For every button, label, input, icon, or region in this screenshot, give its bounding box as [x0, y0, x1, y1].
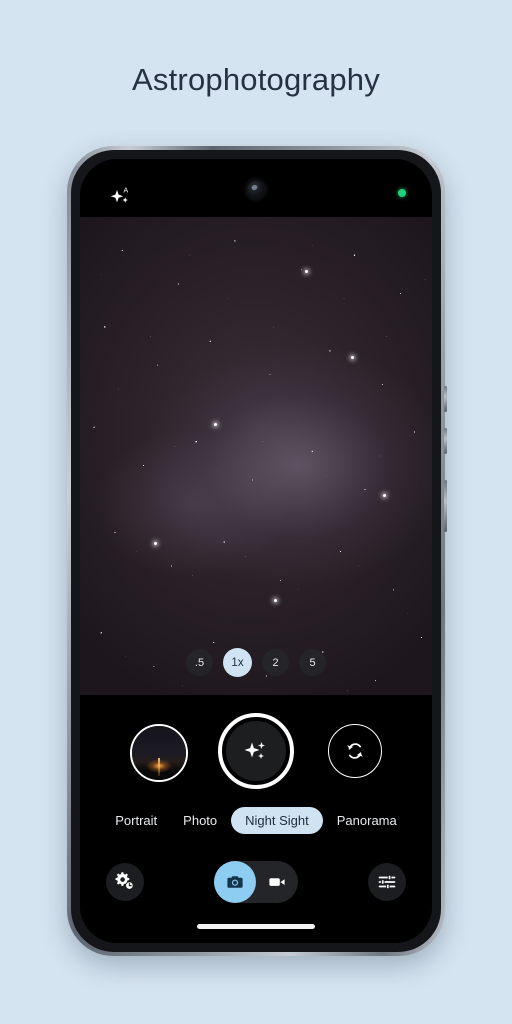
- shutter-button[interactable]: [218, 713, 294, 789]
- page-title: Astrophotography: [132, 62, 380, 97]
- tune-button[interactable]: [368, 863, 406, 901]
- sparkle-auto-badge-label: A: [124, 188, 129, 195]
- bottom-action-bar: [80, 857, 432, 907]
- punch-hole-glint: [250, 183, 259, 192]
- bright-star: [351, 355, 355, 359]
- power-button[interactable]: [444, 480, 447, 532]
- privacy-green-dot: [398, 189, 406, 197]
- camera-mode-selector: Portrait Photo Night Sight Panorama: [80, 807, 432, 834]
- zoom-chip-5x[interactable]: 5: [299, 649, 326, 676]
- gallery-thumbnail-image: [132, 726, 186, 780]
- shutter-row: [80, 713, 432, 795]
- phone-device-frame: A .5 1x 2 5 Portrait Photo Night Sight P…: [67, 146, 447, 956]
- front-camera-punch-hole: [247, 181, 265, 198]
- bright-star: [305, 269, 309, 273]
- bright-star: [382, 494, 386, 498]
- photo-video-toggle[interactable]: [214, 861, 298, 903]
- mode-panorama[interactable]: Panorama: [325, 807, 409, 834]
- switch-camera-button[interactable]: [328, 724, 382, 778]
- bright-star: [153, 542, 157, 546]
- settings-button[interactable]: [106, 863, 144, 901]
- settings-gear-timer-icon: [114, 871, 136, 893]
- mode-portrait[interactable]: Portrait: [103, 807, 169, 834]
- gallery-thumbnail-button[interactable]: [130, 724, 188, 782]
- volume-up-button[interactable]: [444, 386, 447, 412]
- shutter-button-inner: [226, 721, 286, 781]
- zoom-chip-2x[interactable]: 2: [262, 649, 289, 676]
- mode-photo[interactable]: Photo: [171, 807, 229, 834]
- phone-bezel: A .5 1x 2 5 Portrait Photo Night Sight P…: [71, 150, 441, 952]
- mode-night-sight[interactable]: Night Sight: [231, 807, 323, 834]
- starfield-layer-3: [80, 217, 432, 695]
- toggle-photo-mode[interactable]: [214, 861, 256, 903]
- camera-flip-icon: [341, 737, 369, 765]
- status-bar: A: [80, 159, 432, 217]
- zoom-control-row: .5 1x 2 5: [80, 648, 432, 677]
- camera-controls: Portrait Photo Night Sight Panorama: [80, 695, 432, 943]
- zoom-chip-0-5x[interactable]: .5: [186, 649, 213, 676]
- camera-viewfinder[interactable]: .5 1x 2 5: [80, 217, 432, 695]
- camera-icon: [225, 872, 245, 892]
- phone-screen: A .5 1x 2 5 Portrait Photo Night Sight P…: [80, 159, 432, 943]
- volume-down-button[interactable]: [444, 428, 447, 454]
- sparkle-icon: [241, 736, 271, 766]
- tune-sliders-icon: [376, 871, 398, 893]
- bright-star: [213, 422, 217, 426]
- home-indicator-bar[interactable]: [197, 924, 315, 929]
- video-camera-icon: [267, 872, 287, 892]
- zoom-chip-1x[interactable]: 1x: [223, 648, 252, 677]
- toggle-video-mode[interactable]: [256, 861, 298, 903]
- sparkle-auto-icon[interactable]: A: [108, 185, 138, 209]
